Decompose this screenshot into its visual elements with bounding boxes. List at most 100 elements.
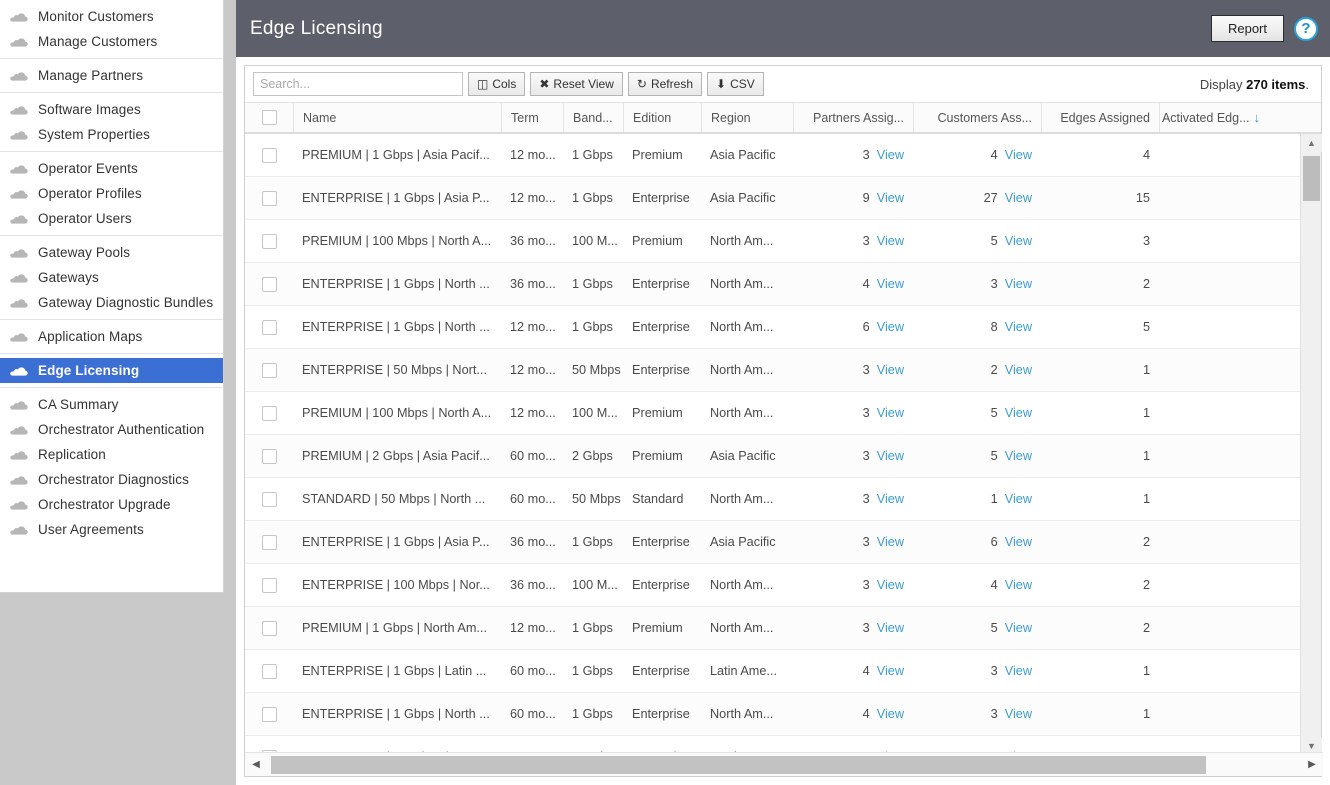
view-link[interactable]: View xyxy=(1005,148,1032,162)
table-row[interactable]: ENTERPRISE | 1 Gbps | North ...36 mo...1… xyxy=(245,263,1321,306)
column-header-band[interactable]: Band... xyxy=(563,103,623,132)
row-checkbox[interactable] xyxy=(262,449,277,464)
column-header-term[interactable]: Term xyxy=(501,103,563,132)
table-row[interactable]: PREMIUM | 1 Gbps | North Am...12 mo...1 … xyxy=(245,607,1321,650)
view-link[interactable]: View xyxy=(877,449,904,463)
sidebar-item-replication[interactable]: Replication xyxy=(0,442,223,467)
sidebar-item-manage-partners[interactable]: Manage Partners xyxy=(0,63,223,88)
select-all-checkbox[interactable] xyxy=(262,110,277,125)
horizontal-scroll-thumb[interactable] xyxy=(271,756,1206,774)
column-header-edition[interactable]: Edition xyxy=(623,103,701,132)
view-link[interactable]: View xyxy=(877,277,904,291)
view-link[interactable]: View xyxy=(877,664,904,678)
view-link[interactable]: View xyxy=(877,148,904,162)
scroll-right-arrow-icon[interactable]: ▶ xyxy=(1301,753,1323,777)
report-button[interactable]: Report xyxy=(1211,15,1284,42)
row-checkbox[interactable] xyxy=(262,277,277,292)
column-header-region[interactable]: Region xyxy=(701,103,793,132)
view-link[interactable]: View xyxy=(1005,707,1032,721)
refresh-button[interactable]: ↻ Refresh xyxy=(628,72,702,96)
view-link[interactable]: View xyxy=(1005,363,1032,377)
view-link[interactable]: View xyxy=(1005,406,1032,420)
column-header-activated-edg[interactable]: Activated Edg...↓ xyxy=(1159,103,1269,132)
row-checkbox[interactable] xyxy=(262,492,277,507)
cols-button[interactable]: ◫ Cols xyxy=(468,72,525,96)
table-row[interactable]: ENTERPRISE | 100 Mbps | Nor...36 mo...10… xyxy=(245,564,1321,607)
sidebar-item-gateways[interactable]: Gateways xyxy=(0,265,223,290)
view-link[interactable]: View xyxy=(1005,191,1032,205)
sidebar-item-manage-customers[interactable]: Manage Customers xyxy=(0,29,223,54)
sidebar-item-system-properties[interactable]: System Properties xyxy=(0,122,223,147)
row-checkbox[interactable] xyxy=(262,406,277,421)
view-link[interactable]: View xyxy=(877,191,904,205)
column-header-partners-assig[interactable]: Partners Assig... xyxy=(793,103,913,132)
row-checkbox[interactable] xyxy=(262,363,277,378)
table-row[interactable]: PREMIUM | 1 Gbps | Asia Pacif...12 mo...… xyxy=(245,134,1321,177)
column-header-edges-assigned[interactable]: Edges Assigned xyxy=(1041,103,1159,132)
sidebar-item-ca-summary[interactable]: CA Summary xyxy=(0,392,223,417)
column-header-name[interactable]: Name xyxy=(293,103,501,132)
table-row[interactable]: PREMIUM | 100 Mbps | North A...12 mo...1… xyxy=(245,392,1321,435)
sidebar-item-gateway-diagnostic-bundles[interactable]: Gateway Diagnostic Bundles xyxy=(0,290,223,315)
sidebar-item-user-agreements[interactable]: User Agreements xyxy=(0,517,223,542)
sidebar-item-gateway-pools[interactable]: Gateway Pools xyxy=(0,240,223,265)
row-checkbox[interactable] xyxy=(262,621,277,636)
help-icon[interactable]: ? xyxy=(1294,17,1318,41)
view-link[interactable]: View xyxy=(1005,578,1032,592)
view-link[interactable]: View xyxy=(877,578,904,592)
row-checkbox[interactable] xyxy=(262,148,277,163)
view-link[interactable]: View xyxy=(877,492,904,506)
row-checkbox[interactable] xyxy=(262,664,277,679)
table-row[interactable]: PREMIUM | 2 Gbps | Asia Pacif...60 mo...… xyxy=(245,435,1321,478)
sidebar-item-orchestrator-diagnostics[interactable]: Orchestrator Diagnostics xyxy=(0,467,223,492)
table-row[interactable]: ENTERPRISE | 1 Gbps | Asia P...36 mo...1… xyxy=(245,521,1321,564)
sidebar-item-edge-licensing[interactable]: Edge Licensing xyxy=(0,358,223,383)
sidebar-item-operator-events[interactable]: Operator Events xyxy=(0,156,223,181)
view-link[interactable]: View xyxy=(1005,277,1032,291)
row-checkbox[interactable] xyxy=(262,320,277,335)
vertical-scrollbar[interactable]: ▲ ▼ xyxy=(1300,134,1321,755)
view-link[interactable]: View xyxy=(877,707,904,721)
table-row[interactable]: ENTERPRISE | 1 Gbps | Latin ...60 mo...1… xyxy=(245,650,1321,693)
csv-button[interactable]: ⬇ CSV xyxy=(707,72,764,96)
view-link[interactable]: View xyxy=(877,406,904,420)
row-checkbox[interactable] xyxy=(262,234,277,249)
row-checkbox[interactable] xyxy=(262,578,277,593)
row-checkbox[interactable] xyxy=(262,707,277,722)
sidebar-item-orchestrator-upgrade[interactable]: Orchestrator Upgrade xyxy=(0,492,223,517)
view-link[interactable]: View xyxy=(1005,449,1032,463)
view-link[interactable]: View xyxy=(1005,234,1032,248)
sidebar-item-operator-profiles[interactable]: Operator Profiles xyxy=(0,181,223,206)
view-link[interactable]: View xyxy=(877,320,904,334)
table-row[interactable]: ENTERPRISE | 1 Gbps | North ...60 mo...1… xyxy=(245,693,1321,736)
table-row[interactable]: STANDARD | 50 Mbps | North ...60 mo...50… xyxy=(245,478,1321,521)
table-row[interactable]: ENTERPRISE | 1 Gbps | Asia P...12 mo...1… xyxy=(245,177,1321,220)
scroll-left-arrow-icon[interactable]: ◀ xyxy=(245,753,267,777)
sidebar-item-application-maps[interactable]: Application Maps xyxy=(0,324,223,349)
search-input[interactable] xyxy=(253,72,463,96)
view-link[interactable]: View xyxy=(1005,320,1032,334)
view-link[interactable]: View xyxy=(1005,664,1032,678)
sidebar-item-orchestrator-authentication[interactable]: Orchestrator Authentication xyxy=(0,417,223,442)
sort-desc-arrow-icon[interactable]: ↓ xyxy=(1254,110,1261,125)
sidebar-item-monitor-customers[interactable]: Monitor Customers xyxy=(0,4,223,29)
sidebar-item-software-images[interactable]: Software Images xyxy=(0,97,223,122)
table-row[interactable]: ENTERPRISE | 1 Gbps | North ...12 mo...1… xyxy=(245,306,1321,349)
view-link[interactable]: View xyxy=(877,234,904,248)
view-link[interactable]: View xyxy=(877,621,904,635)
view-link[interactable]: View xyxy=(1005,621,1032,635)
table-row[interactable]: PREMIUM | 100 Mbps | North A...36 mo...1… xyxy=(245,220,1321,263)
vertical-scroll-thumb[interactable] xyxy=(1303,156,1320,201)
view-link[interactable]: View xyxy=(1005,492,1032,506)
table-row[interactable]: ENTERPRISE | 50 Mbps | Nort...12 mo...50… xyxy=(245,349,1321,392)
view-link[interactable]: View xyxy=(877,363,904,377)
scroll-up-arrow-icon[interactable]: ▲ xyxy=(1301,134,1322,152)
column-header-customers-ass[interactable]: Customers Ass... xyxy=(913,103,1041,132)
row-checkbox[interactable] xyxy=(262,535,277,550)
view-link[interactable]: View xyxy=(1005,535,1032,549)
sidebar-item-operator-users[interactable]: Operator Users xyxy=(0,206,223,231)
horizontal-scrollbar[interactable]: ◀ ▶ xyxy=(245,752,1323,776)
horizontal-scroll-track[interactable] xyxy=(267,756,1301,774)
reset-view-button[interactable]: ✖ Reset View xyxy=(530,72,623,96)
row-checkbox[interactable] xyxy=(262,191,277,206)
